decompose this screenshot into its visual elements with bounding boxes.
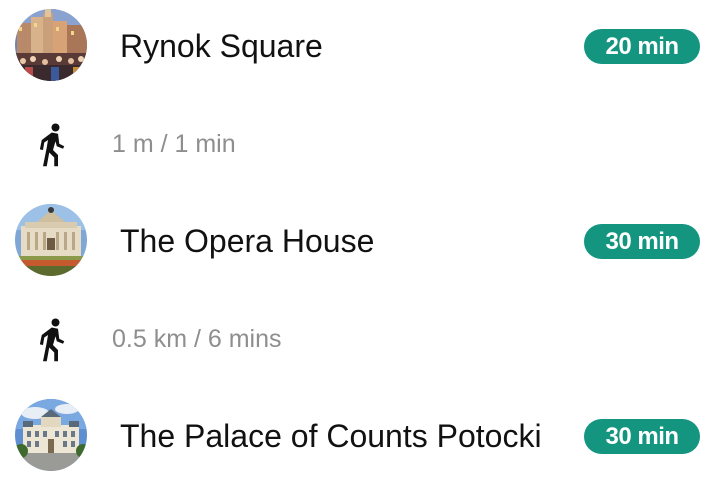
- stop-thumbnail: [15, 204, 87, 276]
- route-itinerary: Rynok Square 20 min 1 m / 1 min The Oper…: [0, 0, 716, 484]
- leg-distance-time: 1 m / 1 min: [112, 130, 236, 158]
- stop-thumbnail: [15, 9, 87, 81]
- stop-row-potocki-palace[interactable]: The Palace of Counts Potocki 30 min: [0, 397, 716, 477]
- stop-name: The Opera House: [120, 223, 375, 259]
- stop-row-opera-house[interactable]: The Opera House 30 min: [0, 202, 716, 282]
- walking-person-icon: [38, 317, 68, 363]
- stop-thumbnail: [15, 399, 87, 471]
- stop-name: Rynok Square: [120, 28, 323, 64]
- stop-name: The Palace of Counts Potocki: [120, 418, 542, 454]
- duration-badge: 30 min: [584, 224, 700, 259]
- duration-badge: 30 min: [584, 419, 700, 454]
- walking-leg: 1 m / 1 min: [0, 115, 716, 175]
- stop-row-rynok-square[interactable]: Rynok Square 20 min: [0, 7, 716, 87]
- duration-badge: 20 min: [584, 29, 700, 64]
- walking-person-icon: [38, 122, 68, 168]
- leg-distance-time: 0.5 km / 6 mins: [112, 325, 282, 353]
- walking-leg: 0.5 km / 6 mins: [0, 310, 716, 370]
